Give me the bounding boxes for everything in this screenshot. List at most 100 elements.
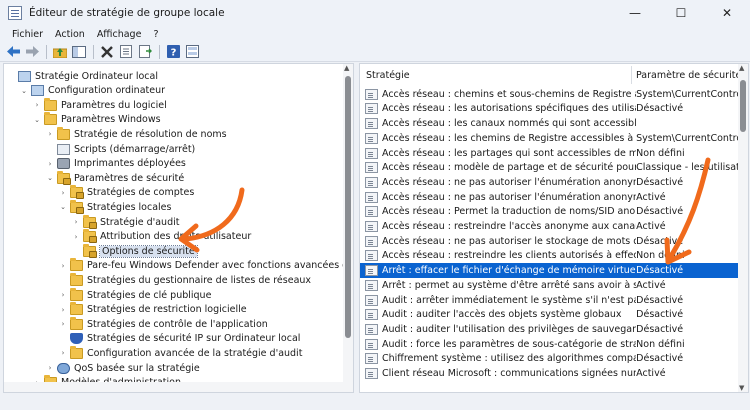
policy-row[interactable]: Arrêt : permet au système d'être arrêté … (360, 278, 740, 293)
scrollbar-thumb[interactable] (345, 76, 351, 338)
tree-item-label: Configuration ordinateur (48, 85, 166, 97)
tree-item[interactable]: › Configuration avancée de la stratégie d… (58, 345, 302, 360)
console-tree-pane[interactable]: Stratégie Ordinateur local ⌄ Configuration… (3, 63, 354, 393)
list-vertical-scrollbar[interactable]: ▲ ▼ (738, 64, 748, 392)
folder-icon (70, 316, 83, 330)
policy-row[interactable]: Audit : force les paramètres de sous-cat… (360, 337, 740, 352)
policy-setting-value: System\CurrentControlS... (636, 88, 740, 100)
tree-item-label: Stratégies de clé publique (87, 289, 212, 301)
delete-icon[interactable] (98, 43, 116, 61)
policy-row[interactable]: Audit : auditer l'utilisation des privil… (360, 322, 740, 337)
tree-item[interactable]: › Stratégie d'audit (71, 214, 179, 229)
properties-icon[interactable] (117, 43, 135, 61)
tree-item[interactable]: › Stratégie de résolution de noms (45, 126, 227, 141)
tree-item[interactable]: Options de sécurité (71, 243, 198, 258)
forward-arrow-icon[interactable] (23, 43, 41, 61)
policy-row[interactable]: Accès réseau : modèle de partage et de s… (360, 161, 740, 176)
tree-item[interactable]: › Stratégies de contrôle de l'application (58, 316, 268, 331)
folder-icon (70, 302, 83, 316)
policy-row[interactable]: Accès réseau : ne pas autoriser l'énumér… (360, 175, 740, 190)
menu-action[interactable]: Action (49, 29, 91, 40)
collapsed-chevron-icon[interactable]: › (58, 306, 68, 314)
menu-fichier[interactable]: Fichier (6, 29, 49, 40)
policy-row[interactable]: Accès réseau : les chemins de Registre a… (360, 131, 740, 146)
tree-item[interactable]: Stratégies du gestionnaire de listes de … (58, 272, 311, 287)
tree-item[interactable]: ⌄ Paramètres Windows (32, 112, 161, 127)
tree-item[interactable]: › Stratégies de clé publique (58, 287, 212, 302)
maximize-button[interactable]: ☐ (658, 0, 704, 26)
policy-row[interactable]: Accès réseau : ne pas autoriser le stock… (360, 234, 740, 249)
tree-item[interactable]: ⌄ Paramètres de sécurité (45, 170, 184, 185)
printer-icon (57, 158, 70, 170)
column-header-setting[interactable]: Paramètre de sécurité (636, 64, 741, 86)
tree-item[interactable]: ⌄ Configuration ordinateur (19, 84, 165, 98)
export-list-icon[interactable] (136, 43, 154, 61)
minimize-button[interactable]: — (612, 0, 658, 26)
menu-affichage[interactable]: Affichage (91, 29, 148, 40)
scroll-up-icon[interactable]: ▲ (739, 64, 744, 72)
collapsed-chevron-icon[interactable]: › (45, 160, 55, 168)
expanded-chevron-icon[interactable]: ⌄ (32, 116, 42, 124)
policy-setting-value: Désactivé (636, 323, 684, 335)
scroll-up-icon[interactable]: ▲ (344, 64, 349, 72)
help-icon[interactable]: ? (164, 43, 182, 61)
tree-item[interactable]: Scripts (démarrage/arrêt) (45, 142, 195, 156)
menu-help[interactable]: ? (147, 29, 164, 40)
tree-item[interactable]: › Pare-feu Windows Defender avec fonction… (58, 258, 353, 273)
column-divider[interactable] (631, 66, 632, 84)
tree-item-label: Stratégies de restriction logicielle (87, 304, 247, 316)
policy-name: Accès réseau : modèle de partage et de s… (382, 162, 637, 174)
tree-item[interactable]: › Paramètres du logiciel (32, 97, 167, 112)
policy-name: Accès réseau : restreindre les clients a… (382, 250, 636, 262)
scrollbar-thumb[interactable] (740, 80, 746, 132)
tree-item[interactable]: › Stratégies de comptes (58, 185, 194, 200)
tree-item[interactable]: › Attribution des droits utilisateur (71, 229, 251, 244)
collapsed-chevron-icon[interactable]: › (58, 349, 68, 357)
policy-row[interactable]: Accès réseau : restreindre les clients a… (360, 249, 740, 264)
expanded-chevron-icon[interactable]: ⌄ (58, 203, 68, 211)
collapsed-chevron-icon[interactable]: › (58, 262, 68, 270)
policy-row[interactable]: Chiffrement système : utilisez des algor… (360, 352, 740, 367)
collapsed-chevron-icon[interactable]: › (58, 189, 68, 197)
policy-setting-icon (365, 118, 378, 130)
collapsed-chevron-icon[interactable]: › (58, 320, 68, 328)
policy-row[interactable]: Accès réseau : ne pas autoriser l'énumér… (360, 190, 740, 205)
tree-item[interactable]: › Imprimantes déployées (45, 157, 186, 171)
scroll-down-icon[interactable]: ▼ (739, 384, 744, 392)
policy-row[interactable]: Accès réseau : les autorisations spécifi… (360, 102, 740, 117)
show-hide-tree-icon[interactable] (70, 43, 88, 61)
tree-item[interactable]: Stratégie Ordinateur local (6, 69, 158, 83)
policy-row[interactable]: Audit : arrêter immédiatement le système… (360, 293, 740, 308)
tree-vertical-scrollbar[interactable]: ▲ ▼ (343, 64, 353, 392)
policy-row[interactable]: Accès réseau : les partages qui sont acc… (360, 146, 740, 161)
tree-item[interactable]: Stratégies de sécurité IP sur Ordinateur… (58, 332, 300, 346)
column-header-policy[interactable]: Stratégie (366, 64, 410, 86)
back-arrow-icon[interactable] (4, 43, 22, 61)
policy-row[interactable]: Arrêt : effacer le fichier d'échange de … (360, 263, 740, 278)
collapsed-chevron-icon[interactable]: › (58, 291, 68, 299)
policy-row[interactable]: Audit : auditer l'accès des objets systè… (360, 308, 740, 323)
view-icon[interactable] (183, 43, 201, 61)
collapsed-chevron-icon[interactable]: › (45, 364, 55, 372)
folder-up-icon[interactable] (51, 43, 69, 61)
policy-row[interactable]: Accès réseau : restreindre l'accès anony… (360, 219, 740, 234)
policy-setting-icon (365, 103, 378, 115)
collapsed-chevron-icon[interactable]: › (45, 130, 55, 138)
tree-item[interactable]: ⌄ Stratégies locales (58, 199, 172, 214)
policy-row[interactable]: Accès réseau : chemins et sous-chemins d… (360, 87, 740, 102)
tree-horizontal-scrollbar[interactable] (4, 382, 353, 392)
expanded-chevron-icon[interactable]: ⌄ (19, 87, 29, 95)
tree-item[interactable]: › QoS basée sur la stratégie (45, 361, 200, 375)
policy-row[interactable]: Client réseau Microsoft : communications… (360, 366, 740, 381)
policy-row[interactable]: Accès réseau : Permet la traduction de n… (360, 205, 740, 220)
close-button[interactable]: ✕ (704, 0, 750, 26)
policy-list-pane[interactable]: Stratégie Paramètre de sécurité Accès ré… (359, 63, 749, 393)
tree-item[interactable]: › Stratégies de restriction logicielle (58, 302, 247, 317)
collapsed-chevron-icon[interactable]: › (71, 218, 81, 226)
policy-row[interactable]: Accès réseau : les canaux nommés qui son… (360, 116, 740, 131)
tree-item-label: Stratégies locales (87, 201, 172, 213)
policy-name: Accès réseau : les chemins de Registre a… (382, 132, 636, 144)
expanded-chevron-icon[interactable]: ⌄ (45, 174, 55, 182)
collapsed-chevron-icon[interactable]: › (71, 233, 81, 241)
collapsed-chevron-icon[interactable]: › (32, 101, 42, 109)
